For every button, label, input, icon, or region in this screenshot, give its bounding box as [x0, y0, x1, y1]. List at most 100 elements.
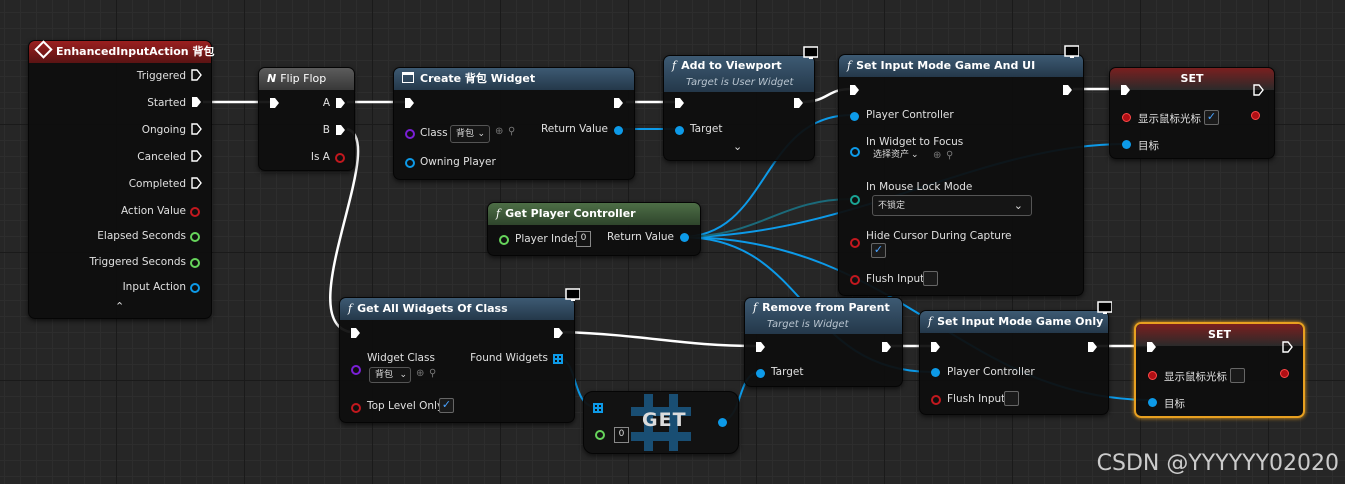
set2-exec-in[interactable]: [1146, 341, 1157, 353]
set-input-mode-game-only-node[interactable]: f Set Input Mode Game Only Player Control…: [919, 301, 1112, 415]
get-player-controller-node[interactable]: f Get Player Controller Player Index 0 Re…: [487, 202, 701, 256]
set-input-ui-exec-in[interactable]: [849, 84, 860, 96]
array-get-node[interactable]: GET 0: [583, 391, 739, 454]
flush-input-checkbox[interactable]: [923, 271, 938, 286]
set-input-game-pin-flush-input[interactable]: [931, 395, 941, 405]
expand-chevron-down-icon[interactable]: ⌄: [733, 140, 742, 153]
set1-pin-target[interactable]: [1122, 140, 1131, 149]
flipflop-exec-b[interactable]: [335, 124, 346, 136]
add-to-viewport-exec-in[interactable]: [674, 97, 685, 109]
remove-from-parent-node[interactable]: f Remove from Parent Target is Widget Targ…: [744, 297, 903, 387]
add-to-viewport-exec-out[interactable]: [793, 97, 804, 109]
pin-label-elapsed-seconds: Elapsed Seconds: [97, 230, 186, 242]
pin-label-started: Started: [147, 97, 186, 109]
event-node-enhanced-input-action[interactable]: EnhancedInputAction 背包 Triggered Started…: [28, 40, 214, 319]
get-all-widgets-pin-widget-class[interactable]: [351, 365, 361, 375]
get-index-input[interactable]: 0: [614, 427, 629, 443]
create-widget-class-dropdown[interactable]: 背包 ⌄: [450, 125, 490, 143]
get-node-pin-index[interactable]: [595, 430, 605, 440]
get-node-pin-out[interactable]: [718, 418, 727, 427]
search-icon[interactable]: ⚲: [946, 150, 953, 161]
create-widget-pin-return[interactable]: [614, 126, 623, 135]
search-icon[interactable]: ⚲: [429, 368, 436, 379]
browse-icon[interactable]: ⊕: [495, 126, 503, 137]
set2-exec-out[interactable]: [1282, 341, 1293, 353]
set2-pin-show-cursor-out[interactable]: [1280, 369, 1289, 378]
get-all-widgets-of-class-node[interactable]: f Get All Widgets Of Class Widget Class 背…: [339, 288, 580, 423]
pin-label-ongoing: Ongoing: [141, 124, 186, 136]
array-grid-icon[interactable]: [553, 354, 563, 364]
set1-pin-show-cursor-in[interactable]: [1122, 113, 1131, 122]
set2-pin-show-cursor-in[interactable]: [1148, 371, 1157, 380]
create-widget-exec-in[interactable]: [404, 97, 415, 109]
set-input-game-exec-in[interactable]: [930, 341, 941, 353]
browse-icon[interactable]: ⊕: [933, 150, 941, 161]
get-pc-pin-player-index[interactable]: [499, 235, 509, 245]
set-input-mode-game-and-ui-node[interactable]: f Set Input Mode Game And UI Player Contr…: [838, 45, 1084, 296]
set-input-game-flush-checkbox[interactable]: [1004, 391, 1019, 406]
array-grid-icon[interactable]: [593, 403, 603, 413]
hide-cursor-checkbox[interactable]: ✓: [871, 243, 886, 258]
remove-parent-pin-target[interactable]: [756, 369, 765, 378]
add-to-viewport-pin-target[interactable]: [675, 126, 684, 135]
flipflop-label-b: B: [322, 124, 330, 136]
flipflop-exec-in[interactable]: [269, 97, 280, 109]
set-variable-node-1[interactable]: SET 显示鼠标光标 ✓ 目标: [1109, 67, 1275, 159]
widget-focus-asset-picker[interactable]: 选择资产 ⌄: [868, 149, 928, 163]
create-widget-exec-out[interactable]: [613, 97, 624, 109]
mouse-lock-mode-dropdown[interactable]: 不锁定 ⌄: [872, 195, 1032, 216]
create-widget-node[interactable]: Create 背包 Widget Class 背包 ⌄ ⊕ ⚲ Return Va…: [393, 67, 635, 180]
remove-parent-subtitle: Target is Widget: [767, 319, 849, 330]
exec-pin-triggered[interactable]: [191, 69, 202, 81]
get-pc-pin-return[interactable]: [680, 233, 689, 242]
set1-exec-in[interactable]: [1120, 84, 1131, 96]
set2-pin-target[interactable]: [1148, 398, 1157, 407]
player-index-input[interactable]: 0: [576, 231, 591, 247]
set1-show-cursor-checkbox[interactable]: ✓: [1204, 110, 1219, 125]
pin-input-action[interactable]: [190, 283, 200, 293]
set-input-ui-exec-out[interactable]: [1062, 84, 1073, 96]
add-to-viewport-node[interactable]: f Add to Viewport Target is User Widget Ta…: [663, 46, 818, 161]
flipflop-pin-isa[interactable]: [335, 153, 345, 163]
search-icon[interactable]: ⚲: [508, 126, 515, 137]
widget-class-value: 背包: [375, 370, 394, 380]
remove-parent-exec-in[interactable]: [755, 341, 766, 353]
set-input-ui-label-hide-cursor: Hide Cursor During Capture: [866, 230, 1012, 242]
function-icon: f: [928, 315, 933, 328]
set2-show-cursor-checkbox[interactable]: [1230, 368, 1245, 383]
function-icon: f: [348, 302, 353, 315]
pin-elapsed-seconds[interactable]: [190, 232, 200, 242]
top-level-only-checkbox[interactable]: ✓: [439, 398, 454, 413]
exec-pin-ongoing[interactable]: [191, 123, 202, 135]
get-all-widgets-exec-out[interactable]: [553, 327, 564, 339]
set-input-ui-pin-player-controller[interactable]: [850, 112, 859, 121]
remove-parent-exec-out[interactable]: [881, 341, 892, 353]
set-input-ui-pin-widget-focus[interactable]: [850, 147, 860, 157]
exec-pin-canceled[interactable]: [191, 150, 202, 162]
set1-pin-show-cursor-out[interactable]: [1251, 111, 1260, 120]
set-input-ui-pin-mouse-lock[interactable]: [850, 195, 860, 205]
mouse-lock-value: 不锁定: [878, 201, 906, 211]
pin-action-value[interactable]: [190, 207, 200, 217]
create-widget-pin-owning-player[interactable]: [405, 158, 415, 168]
flipflop-exec-a[interactable]: [335, 97, 346, 109]
pin-triggered-seconds[interactable]: [190, 258, 200, 268]
flipflop-node[interactable]: N Flip Flop A B Is A: [258, 67, 355, 171]
exec-pin-completed[interactable]: [191, 177, 202, 189]
exec-pin-started[interactable]: [191, 96, 202, 108]
client-only-monitor-icon: [1097, 301, 1112, 314]
remove-parent-header: f Remove from Parent Target is Widget: [745, 298, 902, 334]
set-input-game-exec-out[interactable]: [1087, 341, 1098, 353]
set-variable-node-2[interactable]: SET 显示鼠标光标 目标: [1134, 322, 1305, 418]
get-all-widgets-pin-top-level[interactable]: [351, 403, 361, 413]
get-all-widgets-exec-in[interactable]: [350, 327, 361, 339]
widget-class-dropdown[interactable]: 背包 ⌄: [369, 367, 411, 383]
set-input-game-header: f Set Input Mode Game Only: [920, 311, 1108, 333]
create-widget-pin-class[interactable]: [405, 129, 415, 139]
set-input-game-pin-player-controller[interactable]: [931, 368, 940, 377]
browse-icon[interactable]: ⊕: [416, 368, 424, 379]
set1-exec-out[interactable]: [1253, 84, 1264, 96]
set-input-ui-pin-flush-input[interactable]: [850, 275, 860, 285]
collapse-chevron-up-icon[interactable]: ⌃: [115, 300, 124, 313]
set-input-ui-pin-hide-cursor[interactable]: [850, 238, 860, 248]
